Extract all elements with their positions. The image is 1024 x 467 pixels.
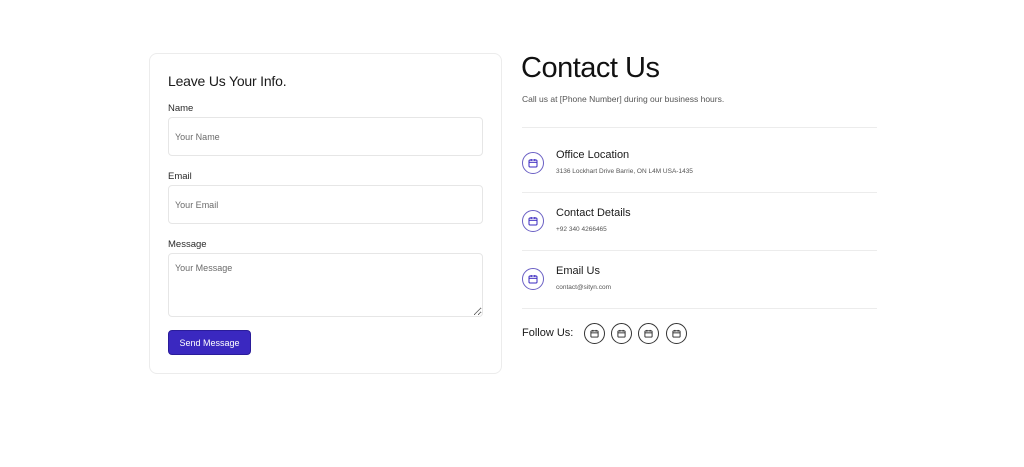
message-textarea[interactable]	[168, 253, 483, 317]
name-input[interactable]	[168, 117, 483, 156]
page-subtitle: Call us at [Phone Number] during our bus…	[522, 94, 725, 104]
social-link-icon[interactable]	[666, 323, 687, 344]
social-link-icon[interactable]	[638, 323, 659, 344]
social-link-icon[interactable]	[584, 323, 605, 344]
divider	[522, 127, 877, 128]
send-message-button[interactable]: Send Message	[168, 330, 251, 355]
divider	[522, 192, 877, 193]
message-label: Message	[168, 239, 207, 250]
info-value-email-us: contact@sityn.com	[556, 284, 612, 291]
name-label: Name	[168, 103, 194, 114]
form-title: Leave Us Your Info.	[168, 73, 287, 89]
info-value-contact-details: +92 340 4266465	[556, 226, 607, 233]
divider	[522, 308, 877, 309]
email-label: Email	[168, 171, 192, 182]
email-input[interactable]	[168, 185, 483, 224]
calendar-icon	[522, 268, 544, 290]
info-title-office-location: Office Location	[556, 149, 630, 161]
divider	[522, 250, 877, 251]
info-title-email-us: Email Us	[556, 265, 601, 277]
page-title: Contact Us	[521, 52, 660, 84]
contact-form-card: Leave Us Your Info. Name Email Message S…	[149, 53, 502, 374]
social-link-icon[interactable]	[611, 323, 632, 344]
follow-us-label: Follow Us:	[522, 327, 574, 339]
info-title-contact-details: Contact Details	[556, 207, 631, 219]
calendar-icon	[522, 210, 544, 232]
calendar-icon	[522, 152, 544, 174]
info-value-office-location: 3136 Lockhart Drive Barrie, ON L4M USA-1…	[556, 168, 693, 175]
